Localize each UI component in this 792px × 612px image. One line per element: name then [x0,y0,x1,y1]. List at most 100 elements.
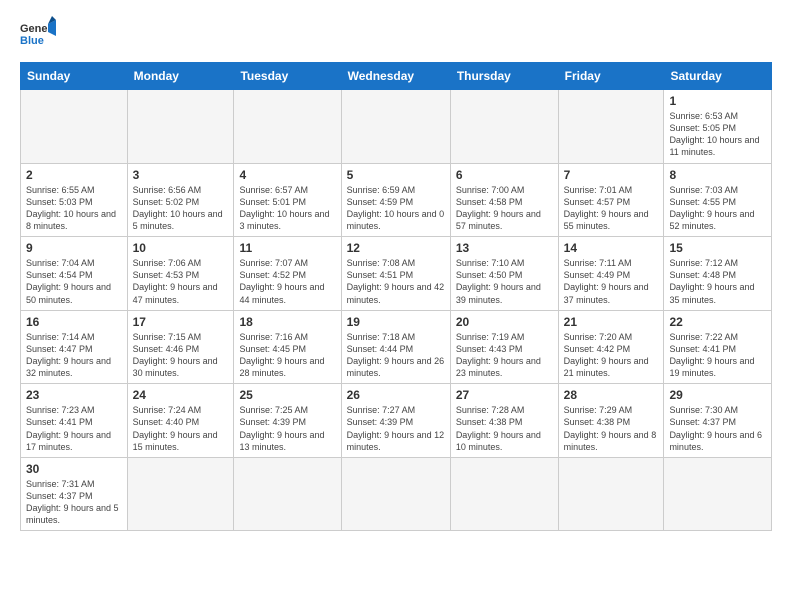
day-info: Sunrise: 7:28 AM Sunset: 4:38 PM Dayligh… [456,404,553,453]
page: General Blue SundayMondayTuesdayWednesda… [0,0,792,612]
calendar-cell: 16Sunrise: 7:14 AM Sunset: 4:47 PM Dayli… [21,310,128,384]
svg-text:Blue: Blue [20,35,44,47]
calendar-cell: 17 Sunrise: 7:15 AM Sunset: 4:46 PM Dayli… [127,310,234,384]
calendar-cell: 7 Sunrise: 7:01 AM Sunset: 4:57 PM Daylig… [558,163,664,237]
day-info: Sunrise: 7:06 AM Sunset: 4:53 PM Dayligh… [133,257,229,306]
day-info: Sunrise: 7:18 AM Sunset: 4:44 PM Dayligh… [347,331,445,380]
day-info: Sunrise: 7:30 AM Sunset: 4:37 PM Dayligh… [669,404,766,453]
logo: General Blue [20,16,56,52]
calendar-table: SundayMondayTuesdayWednesdayThursdayFrid… [20,62,772,531]
calendar-cell [664,457,772,531]
day-number: 23 [26,388,122,402]
calendar-cell: 21Sunrise: 7:20 AM Sunset: 4:42 PM Dayli… [558,310,664,384]
day-number: 14 [564,241,659,255]
calendar-cell [127,90,234,164]
calendar-cell: 24Sunrise: 7:24 AM Sunset: 4:40 PM Dayli… [127,384,234,458]
calendar-cell: 20 Sunrise: 7:19 AM Sunset: 4:43 PM Dayli… [450,310,558,384]
calendar-cell [234,90,341,164]
calendar-cell [450,457,558,531]
calendar-cell [21,90,128,164]
day-info: Sunrise: 7:23 AM Sunset: 4:41 PM Dayligh… [26,404,122,453]
calendar-cell: 10 Sunrise: 7:06 AM Sunset: 4:53 PM Dayli… [127,237,234,311]
calendar-cell: 13 Sunrise: 7:10 AM Sunset: 4:50 PM Dayli… [450,237,558,311]
day-number: 27 [456,388,553,402]
calendar-cell [127,457,234,531]
weekday-header-row: SundayMondayTuesdayWednesdayThursdayFrid… [21,63,772,90]
calendar-cell: 19 Sunrise: 7:18 AM Sunset: 4:44 PM Dayli… [341,310,450,384]
day-number: 30 [26,462,122,476]
calendar-cell [341,90,450,164]
day-info: Sunrise: 7:27 AM Sunset: 4:39 PM Dayligh… [347,404,445,453]
header: General Blue [20,16,772,52]
week-row-1: 1 Sunrise: 6:53 AM Sunset: 5:05 PM Daylig… [21,90,772,164]
calendar-cell [234,457,341,531]
day-info: Sunrise: 7:12 AM Sunset: 4:48 PM Dayligh… [669,257,766,306]
calendar-cell: 26 Sunrise: 7:27 AM Sunset: 4:39 PM Dayli… [341,384,450,458]
week-row-3: 9Sunrise: 7:04 AM Sunset: 4:54 PM Daylig… [21,237,772,311]
day-info: Sunrise: 7:03 AM Sunset: 4:55 PM Dayligh… [669,184,766,233]
calendar-cell: 1 Sunrise: 6:53 AM Sunset: 5:05 PM Daylig… [664,90,772,164]
calendar-cell: 3 Sunrise: 6:56 AM Sunset: 5:02 PM Daylig… [127,163,234,237]
day-info: Sunrise: 7:10 AM Sunset: 4:50 PM Dayligh… [456,257,553,306]
day-number: 20 [456,315,553,329]
day-info: Sunrise: 7:19 AM Sunset: 4:43 PM Dayligh… [456,331,553,380]
calendar-cell: 15 Sunrise: 7:12 AM Sunset: 4:48 PM Dayli… [664,237,772,311]
calendar-cell [558,457,664,531]
day-info: Sunrise: 7:25 AM Sunset: 4:39 PM Dayligh… [239,404,335,453]
day-number: 24 [133,388,229,402]
week-row-5: 23 Sunrise: 7:23 AM Sunset: 4:41 PM Dayli… [21,384,772,458]
day-number: 12 [347,241,445,255]
day-number: 1 [669,94,766,108]
calendar-cell: 14Sunrise: 7:11 AM Sunset: 4:49 PM Dayli… [558,237,664,311]
day-number: 28 [564,388,659,402]
day-info: Sunrise: 6:57 AM Sunset: 5:01 PM Dayligh… [239,184,335,233]
day-number: 6 [456,168,553,182]
day-number: 22 [669,315,766,329]
weekday-sunday: Sunday [21,63,128,90]
day-info: Sunrise: 7:16 AM Sunset: 4:45 PM Dayligh… [239,331,335,380]
day-number: 10 [133,241,229,255]
day-number: 13 [456,241,553,255]
day-number: 4 [239,168,335,182]
day-info: Sunrise: 7:00 AM Sunset: 4:58 PM Dayligh… [456,184,553,233]
day-number: 25 [239,388,335,402]
day-info: Sunrise: 7:01 AM Sunset: 4:57 PM Dayligh… [564,184,659,233]
day-info: Sunrise: 6:59 AM Sunset: 4:59 PM Dayligh… [347,184,445,233]
day-info: Sunrise: 6:56 AM Sunset: 5:02 PM Dayligh… [133,184,229,233]
day-number: 26 [347,388,445,402]
week-row-2: 2Sunrise: 6:55 AM Sunset: 5:03 PM Daylig… [21,163,772,237]
calendar-cell: 11Sunrise: 7:07 AM Sunset: 4:52 PM Dayli… [234,237,341,311]
day-info: Sunrise: 7:08 AM Sunset: 4:51 PM Dayligh… [347,257,445,306]
day-number: 5 [347,168,445,182]
weekday-tuesday: Tuesday [234,63,341,90]
weekday-friday: Friday [558,63,664,90]
calendar-cell: 30 Sunrise: 7:31 AM Sunset: 4:37 PM Dayli… [21,457,128,531]
week-row-4: 16Sunrise: 7:14 AM Sunset: 4:47 PM Dayli… [21,310,772,384]
calendar-cell [558,90,664,164]
calendar-cell: 2Sunrise: 6:55 AM Sunset: 5:03 PM Daylig… [21,163,128,237]
calendar-cell: 4 Sunrise: 6:57 AM Sunset: 5:01 PM Daylig… [234,163,341,237]
day-number: 19 [347,315,445,329]
day-number: 29 [669,388,766,402]
weekday-wednesday: Wednesday [341,63,450,90]
week-row-6: 30 Sunrise: 7:31 AM Sunset: 4:37 PM Dayli… [21,457,772,531]
calendar-cell: 27 Sunrise: 7:28 AM Sunset: 4:38 PM Dayli… [450,384,558,458]
day-info: Sunrise: 7:15 AM Sunset: 4:46 PM Dayligh… [133,331,229,380]
day-info: Sunrise: 7:31 AM Sunset: 4:37 PM Dayligh… [26,478,122,527]
weekday-monday: Monday [127,63,234,90]
calendar-cell: 18 Sunrise: 7:16 AM Sunset: 4:45 PM Dayli… [234,310,341,384]
day-number: 7 [564,168,659,182]
calendar-cell: 23 Sunrise: 7:23 AM Sunset: 4:41 PM Dayli… [21,384,128,458]
calendar-cell: 6 Sunrise: 7:00 AM Sunset: 4:58 PM Daylig… [450,163,558,237]
day-info: Sunrise: 7:14 AM Sunset: 4:47 PM Dayligh… [26,331,122,380]
day-info: Sunrise: 6:53 AM Sunset: 5:05 PM Dayligh… [669,110,766,159]
calendar-cell [341,457,450,531]
day-number: 15 [669,241,766,255]
weekday-saturday: Saturday [664,63,772,90]
day-number: 21 [564,315,659,329]
day-number: 17 [133,315,229,329]
day-number: 18 [239,315,335,329]
day-number: 3 [133,168,229,182]
calendar-cell: 25 Sunrise: 7:25 AM Sunset: 4:39 PM Dayli… [234,384,341,458]
generalblue-logo-icon: General Blue [20,16,56,52]
